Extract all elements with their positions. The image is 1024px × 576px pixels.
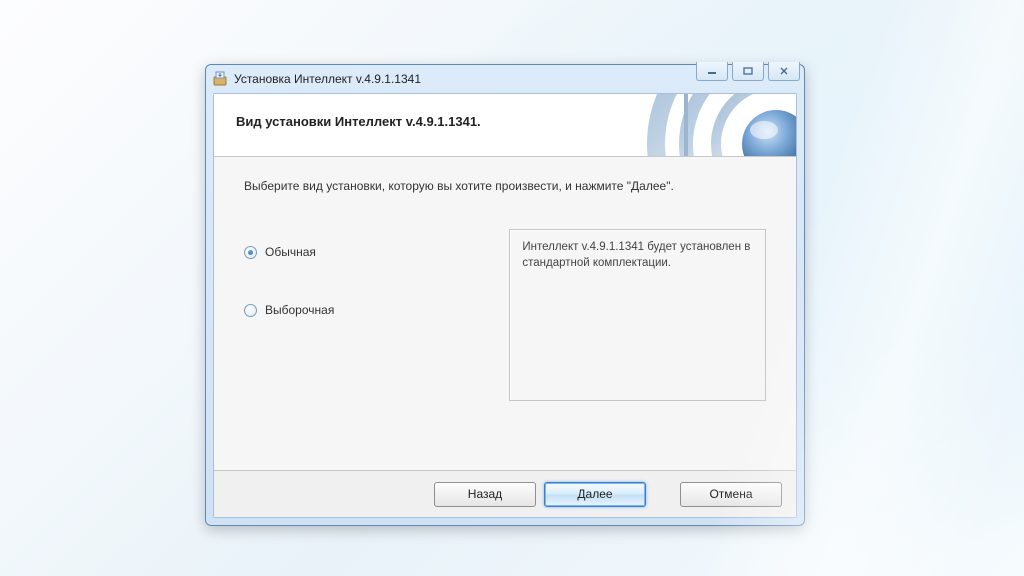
- option-normal[interactable]: Обычная: [244, 245, 489, 259]
- window-buttons: [696, 62, 800, 81]
- wizard-footer: Назад Далее Отмена: [214, 470, 796, 517]
- cancel-button[interactable]: Отмена: [680, 482, 782, 507]
- banner-decor: [636, 94, 796, 157]
- option-custom[interactable]: Выборочная: [244, 303, 489, 317]
- radio-normal[interactable]: [244, 246, 257, 259]
- desktop-background: Установка Интеллект v.4.9.1.1341 Вид уст…: [0, 0, 1024, 576]
- installer-icon: [212, 71, 228, 87]
- option-custom-label: Выборочная: [265, 303, 334, 317]
- window-title: Установка Интеллект v.4.9.1.1341: [234, 72, 421, 86]
- wizard-banner: Вид установки Интеллект v.4.9.1.1341.: [214, 94, 796, 157]
- client-area: Вид установки Интеллект v.4.9.1.1341.: [213, 93, 797, 518]
- wizard-body: Выберите вид установки, которую вы хотит…: [214, 157, 796, 470]
- option-normal-label: Обычная: [265, 245, 316, 259]
- maximize-button[interactable]: [732, 62, 764, 81]
- instruction-text: Выберите вид установки, которую вы хотит…: [244, 179, 766, 193]
- next-button[interactable]: Далее: [544, 482, 646, 507]
- option-description: Интеллект v.4.9.1.1341 будет установлен …: [509, 229, 766, 401]
- back-button[interactable]: Назад: [434, 482, 536, 507]
- radio-custom[interactable]: [244, 304, 257, 317]
- minimize-button[interactable]: [696, 62, 728, 81]
- options-row: Обычная Выборочная Интеллект v.4.9.1.134…: [244, 229, 766, 401]
- installer-window: Установка Интеллект v.4.9.1.1341 Вид уст…: [205, 64, 805, 526]
- banner-heading: Вид установки Интеллект v.4.9.1.1341.: [236, 114, 481, 129]
- close-button[interactable]: [768, 62, 800, 81]
- titlebar[interactable]: Установка Интеллект v.4.9.1.1341: [206, 65, 804, 93]
- install-type-options: Обычная Выборочная: [244, 229, 489, 361]
